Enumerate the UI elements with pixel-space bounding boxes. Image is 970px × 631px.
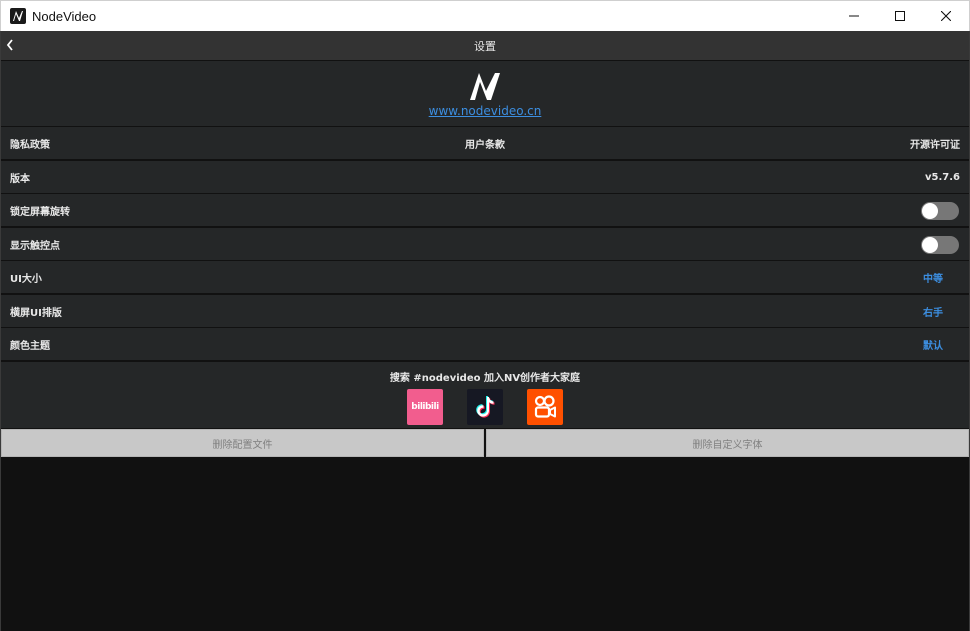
window-titlebar: NodeVideo	[0, 0, 970, 31]
minimize-icon	[849, 15, 859, 17]
toggle-knob	[922, 203, 938, 219]
social-prompt: 搜索 #nodevideo 加入NV创作者大家庭	[389, 373, 581, 384]
landscape-layout-label: 横屏UI排版	[10, 307, 62, 319]
close-icon	[941, 11, 951, 21]
nodevideo-logo-icon	[470, 73, 500, 100]
tiktok-logo	[476, 396, 495, 418]
show-touches-label: 显示触控点	[10, 240, 60, 252]
open-source-license-link[interactable]: 开源许可证	[910, 136, 960, 151]
tiktok-icon[interactable]	[467, 389, 503, 425]
lock-rotation-label: 锁定屏幕旋转	[10, 206, 70, 218]
social-icons: bilibili	[1, 389, 969, 425]
toggle-knob	[922, 237, 938, 253]
close-button[interactable]	[923, 1, 969, 31]
color-theme-value[interactable]: 默认	[923, 337, 943, 352]
action-buttons: 删除配置文件 删除自定义字体	[1, 429, 969, 457]
back-button[interactable]	[4, 37, 16, 53]
chevron-left-icon	[6, 39, 13, 51]
window-title: NodeVideo	[32, 8, 97, 24]
color-theme-row[interactable]: 颜色主题 默认	[1, 328, 969, 360]
lock-rotation-row: 锁定屏幕旋转	[1, 194, 969, 226]
version-row: 版本 v5.7.6	[1, 161, 969, 193]
legal-links-row: 隐私政策 用户条款 开源许可证	[1, 127, 969, 159]
version-label: 版本	[10, 173, 30, 185]
brand-header: www.nodevideo.cn	[1, 61, 969, 126]
landscape-layout-row[interactable]: 横屏UI排版 右手	[1, 295, 969, 327]
user-terms-link[interactable]: 用户条款	[1, 136, 969, 151]
kuaishou-logo	[534, 395, 556, 418]
settings-topbar: 设置	[1, 31, 969, 60]
bilibili-logo-text: bilibili	[411, 402, 439, 412]
show-touches-row: 显示触控点	[1, 228, 969, 260]
bilibili-icon[interactable]: bilibili	[407, 389, 443, 425]
maximize-icon	[895, 11, 905, 21]
delete-custom-fonts-button[interactable]: 删除自定义字体	[486, 429, 969, 457]
ui-size-label: UI大小	[10, 273, 42, 285]
delete-config-button[interactable]: 删除配置文件	[1, 429, 484, 457]
ui-size-value[interactable]: 中等	[923, 270, 943, 285]
page-title: 设置	[474, 39, 496, 53]
nodevideo-logo-icon	[10, 8, 26, 24]
version-value: v5.7.6	[925, 171, 960, 183]
show-touches-toggle[interactable]	[921, 236, 959, 254]
window-controls	[831, 1, 969, 31]
website-link[interactable]: www.nodevideo.cn	[429, 104, 542, 118]
lock-rotation-toggle[interactable]	[921, 202, 959, 220]
maximize-button[interactable]	[877, 1, 923, 31]
ui-size-row[interactable]: UI大小 中等	[1, 261, 969, 293]
kuaishou-icon[interactable]	[527, 389, 563, 425]
minimize-button[interactable]	[831, 1, 877, 31]
social-section: 搜索 #nodevideo 加入NV创作者大家庭 bilibili	[1, 362, 969, 428]
settings-screen: 设置 www.nodevideo.cn 隐私政策 用户条款 开源许可证 版本 v…	[0, 31, 970, 631]
landscape-layout-value[interactable]: 右手	[923, 304, 943, 319]
color-theme-label: 颜色主题	[10, 340, 50, 352]
